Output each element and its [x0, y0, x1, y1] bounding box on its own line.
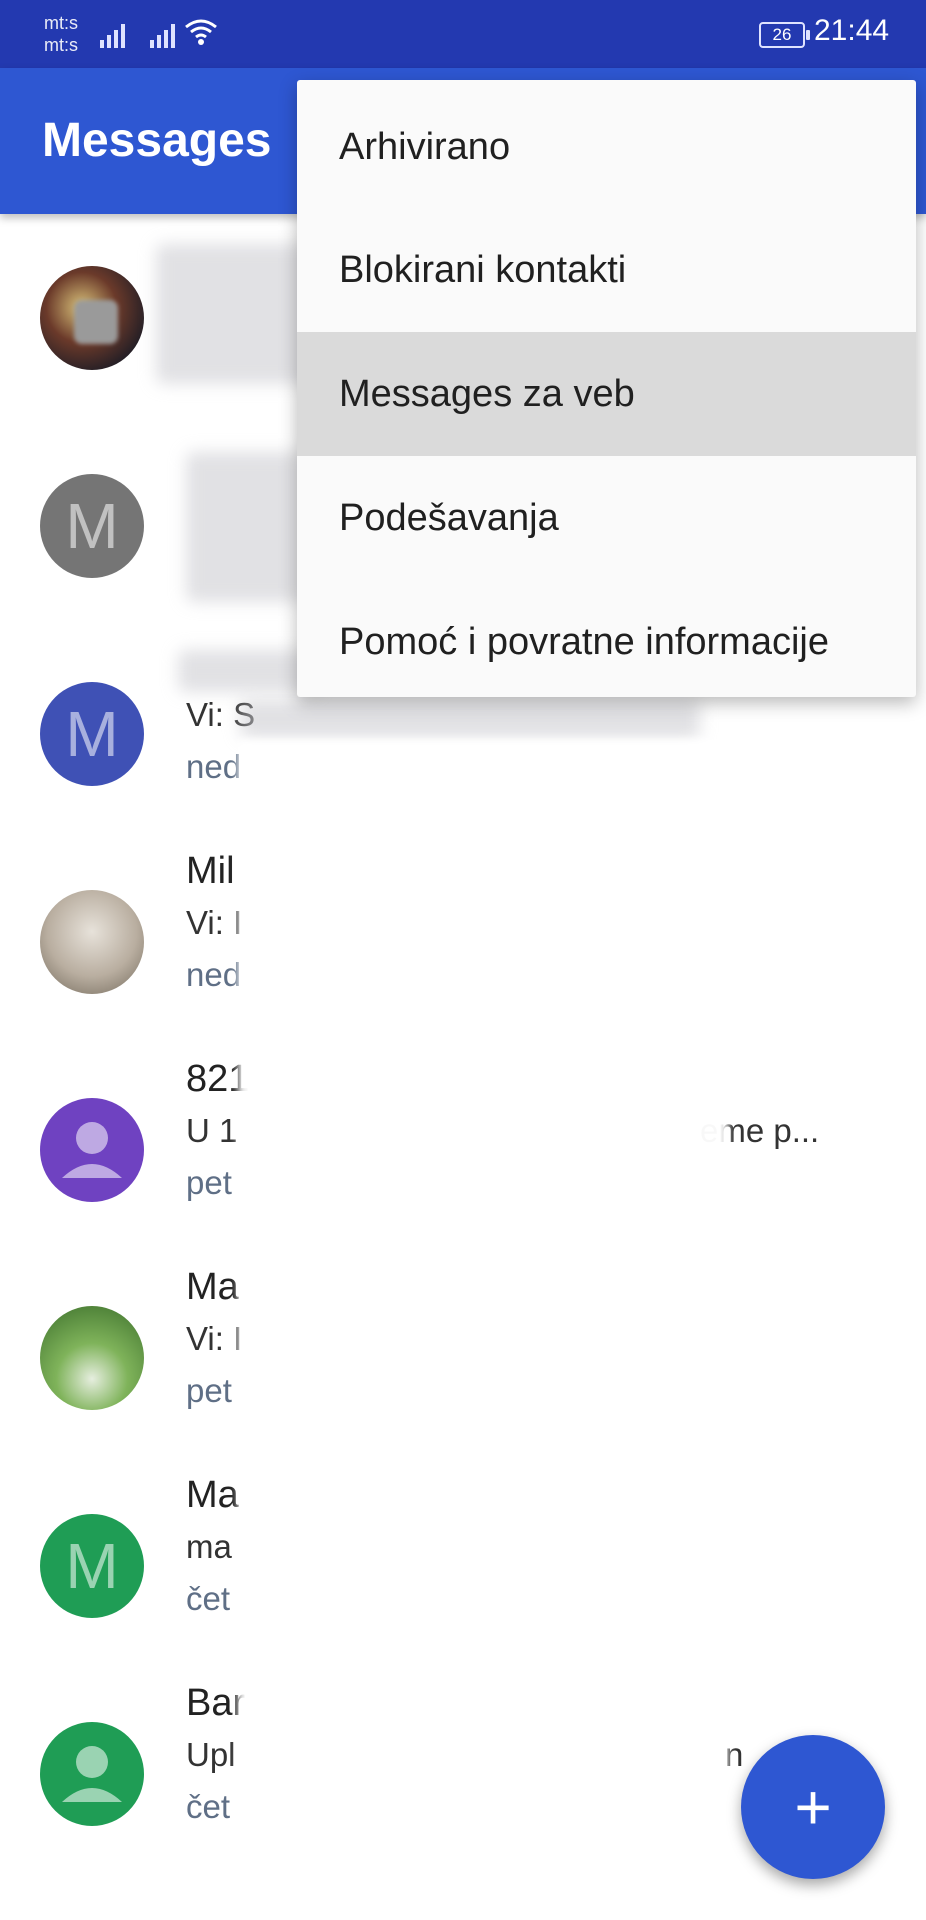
status-bar: mt:s mt:s 26 21:44 [0, 0, 926, 68]
signal-icon [100, 22, 125, 48]
message-date: pet [186, 1164, 232, 1201]
signal-icon [150, 22, 175, 48]
avatar [40, 1722, 144, 1826]
message-date: pet [186, 1372, 232, 1409]
carrier-1: mt:s [44, 13, 78, 33]
avatar [40, 890, 144, 994]
avatar [40, 266, 144, 370]
menu-item-help-feedback[interactable]: Pomoć i povratne informacije [297, 580, 916, 704]
menu-item-messages-for-web[interactable]: Messages za veb [297, 332, 916, 456]
menu-item-blocked-contacts[interactable]: Blokirani kontakti [297, 208, 916, 332]
new-conversation-button[interactable]: + [741, 1735, 885, 1879]
clock: 21:44 [814, 14, 890, 47]
avatar: M [40, 1514, 144, 1618]
privacy-blur-overlay [238, 740, 728, 1850]
snippet-blur [240, 700, 700, 738]
message-snippet: Upl [186, 1736, 236, 1773]
plus-icon: + [794, 1771, 832, 1843]
avatar [40, 1098, 144, 1202]
message-snippet: U 1 [186, 1112, 238, 1149]
carrier-labels: mt:s mt:s [44, 12, 78, 56]
message-date: čet [186, 1580, 231, 1617]
avatar-letter: M [65, 490, 119, 562]
battery-icon: 26 [759, 22, 810, 48]
contact-name: Bar [186, 1682, 246, 1724]
person-icon [62, 1122, 122, 1178]
wifi-icon [184, 18, 218, 53]
message-snippet: Vi: I [186, 904, 243, 941]
message-date: ned [186, 748, 242, 785]
menu-item-settings[interactable]: Podešavanja [297, 456, 916, 580]
contact-name: Mil [186, 850, 235, 892]
contact-name: Ma [186, 1474, 239, 1516]
avatar: M [40, 682, 144, 786]
avatar [40, 1306, 144, 1410]
menu-item-archived[interactable]: Arhivirano [297, 85, 916, 209]
blurred-content [186, 452, 306, 602]
avatar-letter: M [65, 1530, 119, 1602]
avatar-letter: M [65, 698, 119, 770]
message-date: čet [186, 1788, 231, 1825]
carrier-2: mt:s [44, 35, 78, 55]
contact-name: Ma [186, 1266, 239, 1308]
message-snippet: Vi: I [186, 1320, 243, 1357]
page-title: Messages [42, 114, 272, 167]
message-snippet: ma [186, 1528, 232, 1565]
overflow-menu: Arhivirano Blokirani kontakti Messages z… [297, 80, 916, 697]
avatar: M [40, 474, 144, 578]
person-icon [62, 1746, 122, 1802]
message-date: ned [186, 956, 242, 993]
